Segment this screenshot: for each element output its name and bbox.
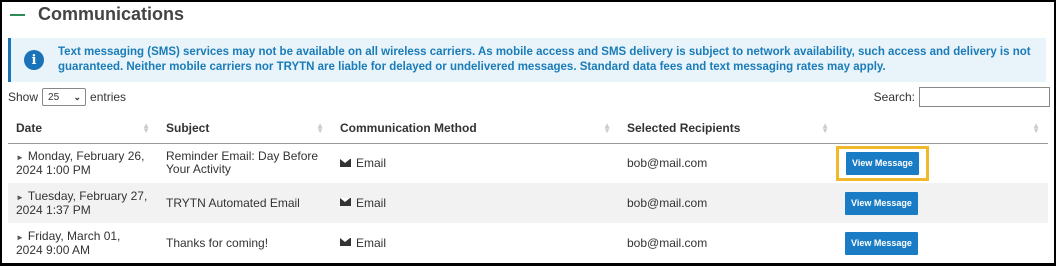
table-header-row: Date ▲ ▼ Subject ▲ ▼ Communication Method ▲ ▼ … (8, 114, 1048, 144)
table-row[interactable]: ► Friday, March 01, 2024 9:00 AM Thanks fo… (8, 223, 1048, 263)
column-header-method[interactable]: Communication Method ▲ ▼ (332, 114, 619, 144)
action-cell: View Message (837, 223, 1048, 263)
column-header-date[interactable]: Date ▲ ▼ (8, 114, 158, 144)
column-header-actions[interactable]: ▲ ▼ (837, 114, 1048, 144)
entries-control: Show 25 ⌄ entries (8, 88, 126, 106)
entries-label: entries (90, 90, 127, 104)
info-icon: i (24, 50, 44, 70)
sort-icon: ▲ ▼ (316, 121, 324, 135)
view-message-button[interactable]: View Message (845, 191, 918, 215)
entries-value: 25 (48, 91, 60, 103)
search-input[interactable] (919, 87, 1050, 107)
section-title: Communications (38, 3, 185, 24)
sort-icon: ▲ ▼ (821, 121, 829, 135)
action-cell: View Message (837, 183, 1048, 223)
view-message-button[interactable]: View Message (845, 231, 918, 255)
table-row[interactable]: ► Tuesday, February 27, 2024 1:37 PM TRYTN… (8, 183, 1048, 223)
envelope-icon (340, 158, 351, 167)
view-message-button[interactable]: View Message (846, 151, 919, 175)
envelope-icon (340, 238, 351, 247)
method-cell: Email (332, 183, 619, 223)
envelope-icon (340, 198, 351, 207)
column-header-recipients[interactable]: Selected Recipients ▲ ▼ (619, 114, 837, 144)
show-label: Show (8, 90, 39, 104)
method-cell: Email (332, 223, 619, 263)
search-control: Search: (874, 87, 1050, 107)
date-cell[interactable]: ► Friday, March 01, 2024 9:00 AM (8, 223, 158, 263)
subject-cell: Thanks for coming! (166, 235, 269, 250)
subject-cell: Reminder Email: Day Before Your Activity (166, 149, 319, 177)
minus-icon[interactable] (10, 14, 25, 16)
sort-icon: ▲ ▼ (1032, 121, 1040, 135)
sort-icon: ▲ ▼ (603, 121, 611, 135)
date-cell[interactable]: ► Tuesday, February 27, 2024 1:37 PM (8, 183, 158, 223)
date-cell[interactable]: ► Monday, February 26, 2024 1:00 PM (8, 143, 158, 183)
column-header-subject[interactable]: Subject ▲ ▼ (158, 114, 332, 144)
action-cell: View Message (836, 143, 1048, 183)
search-label: Search: (873, 90, 915, 104)
triangle-right-icon[interactable]: ► (16, 193, 24, 202)
sort-icon: ▲ ▼ (142, 121, 150, 135)
subject-cell: TRYTN Automated Email (158, 183, 332, 223)
section-header[interactable]: Communications (10, 2, 184, 26)
triangle-right-icon[interactable]: ► (16, 153, 24, 162)
communications-table: Date ▲ ▼ Subject ▲ ▼ Communication Method ▲ ▼ … (8, 114, 1048, 263)
sms-info-alert: i Text messaging (SMS) services may not … (8, 38, 1046, 82)
recipients-cell: bob@mail.com (627, 235, 708, 250)
chevron-down-icon: ⌄ (73, 91, 82, 102)
highlight-box: View Message (836, 145, 929, 181)
recipients-cell: bob@mail.com (627, 155, 708, 170)
table-row[interactable]: ► Monday, February 26, 2024 1:00 PM Remind… (8, 143, 1048, 183)
entries-select[interactable]: 25 ⌄ (42, 88, 87, 106)
table-controls: Show 25 ⌄ entries Search: (8, 86, 1050, 108)
recipients-cell: bob@mail.com (619, 183, 837, 223)
method-cell: Email (332, 143, 619, 183)
triangle-right-icon[interactable]: ► (16, 233, 24, 242)
info-text: Text messaging (SMS) services may not be… (58, 46, 1031, 73)
